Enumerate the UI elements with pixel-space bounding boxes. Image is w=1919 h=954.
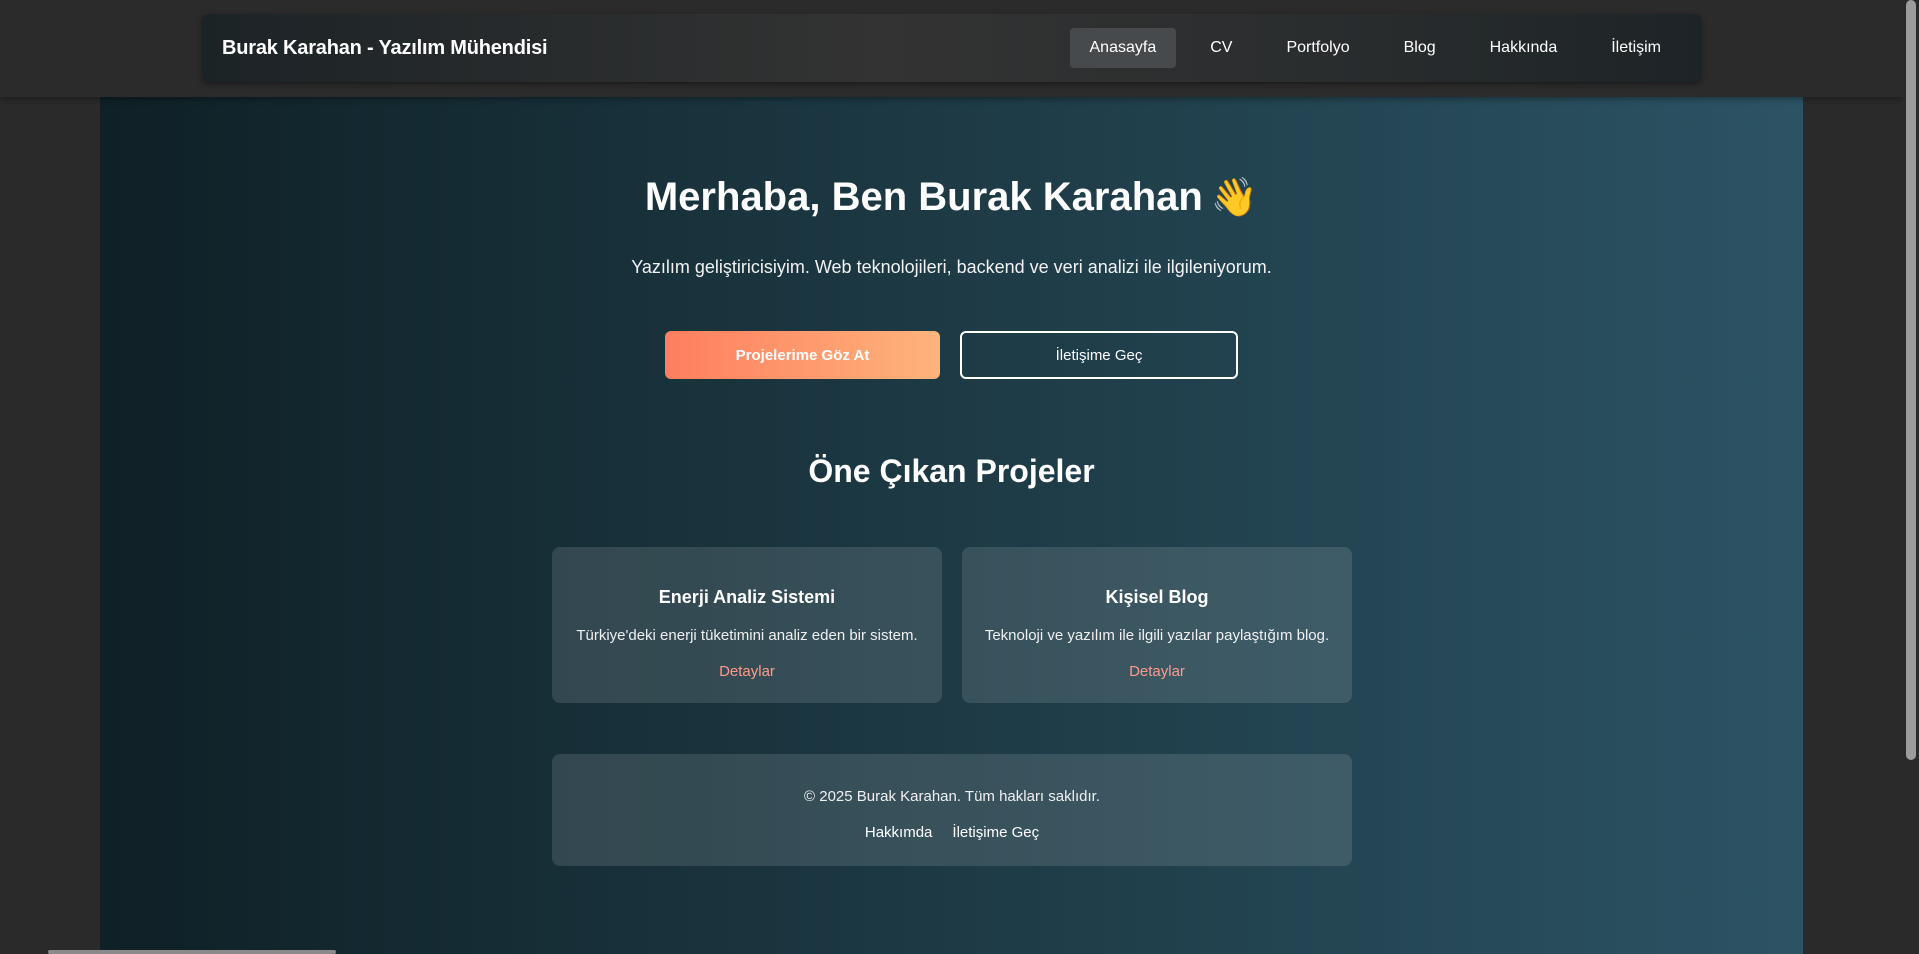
projects-section-title: Öne Çıkan Projeler xyxy=(808,453,1095,489)
project-card-description: Teknoloji ve yazılım ile ilgili yazılar … xyxy=(984,627,1330,644)
vertical-scrollbar[interactable] xyxy=(1903,0,1919,954)
nav-item-blog[interactable]: Blog xyxy=(1384,28,1456,68)
horizontal-scrollbar[interactable] xyxy=(48,950,336,954)
navbar: Burak Karahan - Yazılım Mühendisi Anasay… xyxy=(202,14,1701,82)
project-card: Kişisel Blog Teknoloji ve yazılım ile il… xyxy=(962,547,1352,703)
hero-subtitle: Yazılım geliştiricisiyim. Web teknolojil… xyxy=(631,257,1272,277)
hero-title-text: Merhaba, Ben Burak Karahan xyxy=(644,175,1203,219)
contact-button[interactable]: İletişime Geç xyxy=(960,331,1238,379)
project-card: Enerji Analiz Sistemi Türkiye'deki enerj… xyxy=(552,547,942,703)
page: Burak Karahan - Yazılım Mühendisi Anasay… xyxy=(0,0,1919,954)
project-card-title: Kişisel Blog xyxy=(1105,587,1209,607)
nav-item-portfolyo[interactable]: Portfolyo xyxy=(1266,28,1369,68)
main-content: Merhaba, Ben Burak Karahan 👋 Yazılım geli… xyxy=(100,97,1803,954)
nav-links: Anasayfa CV Portfolyo Blog Hakkında İlet… xyxy=(1062,28,1682,68)
project-details-link[interactable]: Detaylar xyxy=(552,663,942,680)
project-details-link[interactable]: Detaylar xyxy=(962,663,1352,680)
project-card-description: Türkiye'deki enerji tüketimini analiz ed… xyxy=(576,627,918,644)
nav-item-iletisim[interactable]: İletişim xyxy=(1591,28,1681,68)
footer-copyright: © 2025 Burak Karahan. Tüm hakları saklıd… xyxy=(804,788,1100,805)
view-projects-button[interactable]: Projelerime Göz At xyxy=(665,331,940,379)
site-brand[interactable]: Burak Karahan - Yazılım Mühendisi xyxy=(222,37,548,60)
waving-hand-icon: 👋 xyxy=(1210,177,1259,219)
footer-link-about[interactable]: Hakkımda xyxy=(865,824,933,841)
scrollbar-thumb[interactable] xyxy=(1906,0,1916,760)
footer: © 2025 Burak Karahan. Tüm hakları saklıd… xyxy=(552,754,1352,866)
project-card-title: Enerji Analiz Sistemi xyxy=(658,587,836,607)
footer-link-contact[interactable]: İletişime Geç xyxy=(952,824,1039,841)
nav-item-hakkinda[interactable]: Hakkında xyxy=(1470,28,1578,68)
nav-item-cv[interactable]: CV xyxy=(1190,28,1252,68)
hero-title: Merhaba, Ben Burak Karahan 👋 xyxy=(100,175,1803,220)
nav-item-anasayfa[interactable]: Anasayfa xyxy=(1069,28,1177,68)
footer-links: Hakkımda İletişime Geç xyxy=(552,824,1352,841)
